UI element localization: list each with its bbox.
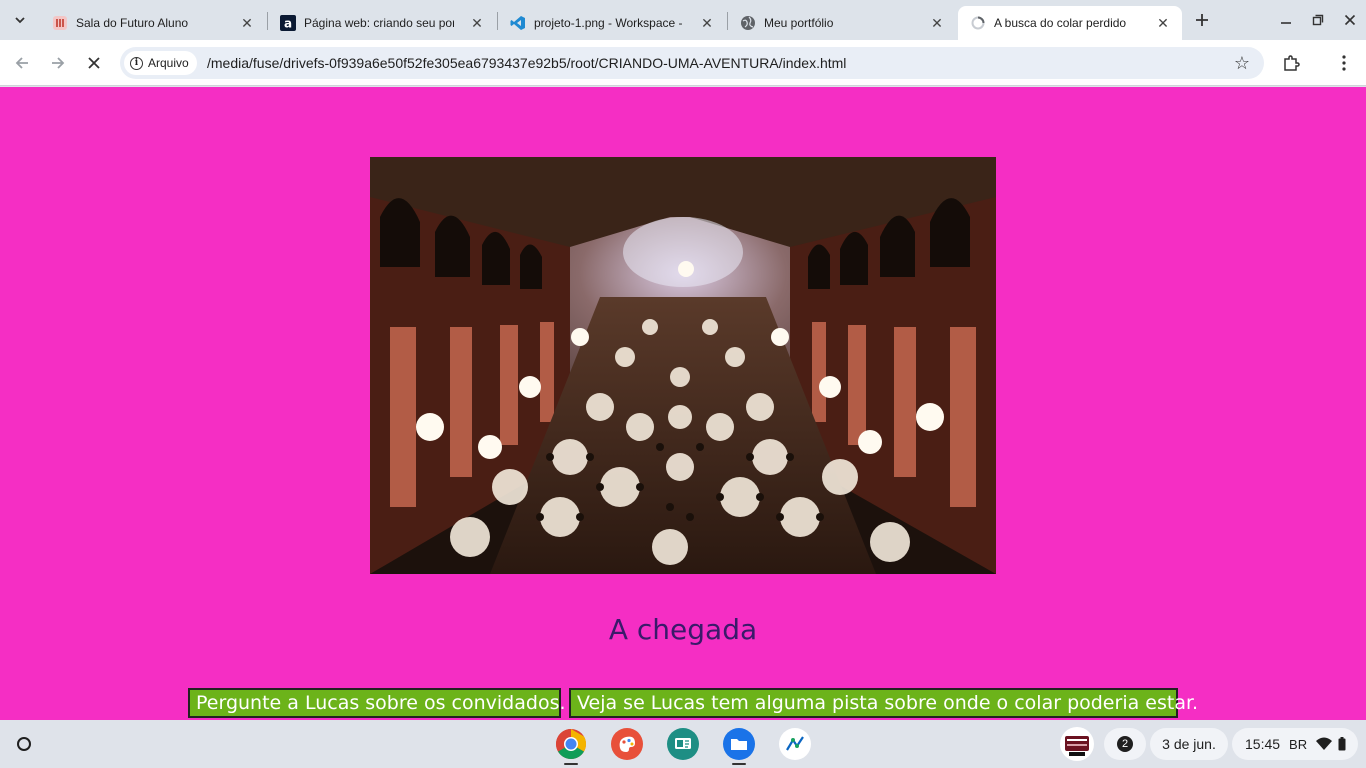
loading-icon <box>970 15 986 31</box>
os-shelf: 2 3 de jun. 15:45 BR <box>0 720 1366 768</box>
new-tab-button[interactable] <box>1190 8 1214 32</box>
forward-button[interactable] <box>44 49 72 77</box>
choice-button-ask-clue[interactable]: Veja se Lucas tem alguma pista sobre ond… <box>569 688 1198 718</box>
menu-button[interactable] <box>1330 49 1358 77</box>
shelf-app-classroom[interactable] <box>667 728 699 760</box>
forward-arrow-icon <box>52 57 65 69</box>
close-icon[interactable]: ✕ <box>1154 14 1172 32</box>
svg-text:a: a <box>284 17 292 31</box>
tab-projeto-workspace[interactable]: projeto-1.png - Workspace - V ✕ <box>498 6 726 40</box>
bookmark-star-icon[interactable]: ☆ <box>1234 53 1250 74</box>
browser-toolbar: i Arquivo /media/fuse/drivefs-0f939a6e50… <box>0 40 1366 86</box>
date-text: 3 de jun. <box>1162 736 1216 752</box>
tab-title: projeto-1.png - Workspace - V <box>534 16 684 30</box>
close-icon[interactable]: ✕ <box>698 14 716 32</box>
tab-pagina-web[interactable]: a Página web: criando seu port ✕ <box>268 6 496 40</box>
battery-icon <box>1338 737 1346 751</box>
back-arrow-icon <box>15 57 28 69</box>
alura-icon: a <box>280 15 296 31</box>
chevron-down-icon <box>15 17 25 24</box>
page-heading: A chegada <box>608 613 758 646</box>
back-button[interactable] <box>8 49 36 77</box>
launcher-button[interactable] <box>8 728 40 760</box>
choice-button-ask-guests[interactable]: Pergunte a Lucas sobre os convidados. <box>188 688 566 718</box>
close-icon <box>88 57 100 69</box>
page-content: A chegada Pergunte a Lucas sobre os conv… <box>0 87 1366 720</box>
more-vert-icon <box>1342 55 1346 71</box>
keyboard-layout-text: BR <box>1289 736 1308 752</box>
address-bar[interactable]: i Arquivo /media/fuse/drivefs-0f939a6e50… <box>120 47 1264 79</box>
time-text: 15:45 <box>1245 736 1281 752</box>
classroom-icon <box>667 728 699 760</box>
plus-icon <box>1196 14 1208 26</box>
restore-icon <box>1312 14 1324 26</box>
tab-strip: Sala do Futuro Aluno ✕ a Página web: cri… <box>0 0 1366 40</box>
tab-search-button[interactable] <box>6 6 34 34</box>
shelf-app-canvas[interactable] <box>611 728 643 760</box>
sala-do-futuro-icon <box>52 15 68 31</box>
system-tray[interactable]: 15:45 BR <box>1232 728 1358 760</box>
puzzle-icon <box>1284 55 1300 71</box>
avatar-icon <box>1065 736 1089 756</box>
stop-loading-button[interactable] <box>80 49 108 77</box>
tab-sala-do-futuro[interactable]: Sala do Futuro Aluno ✕ <box>40 6 266 40</box>
close-icon[interactable]: ✕ <box>238 14 256 32</box>
notification-center[interactable]: 2 <box>1104 728 1146 760</box>
restore-button[interactable] <box>1306 8 1330 32</box>
close-icon <box>1344 14 1356 26</box>
site-info-chip[interactable]: i Arquivo <box>124 51 197 75</box>
files-icon <box>723 728 755 760</box>
notification-count-badge: 2 <box>1117 736 1133 752</box>
tab-a-busca-do-colar[interactable]: A busca do colar perdido ✕ <box>958 6 1182 40</box>
running-indicator <box>732 763 746 765</box>
launcher-icon <box>17 737 31 751</box>
tab-title: Meu portfólio <box>764 16 834 30</box>
event-hall-photo <box>370 157 996 574</box>
wifi-icon <box>1316 737 1333 750</box>
tab-title: Sala do Futuro Aluno <box>76 16 189 30</box>
shelf-app-files[interactable] <box>723 728 755 760</box>
info-icon: i <box>130 56 143 70</box>
extensions-button[interactable] <box>1277 49 1305 77</box>
minimize-icon <box>1281 22 1291 24</box>
close-icon[interactable]: ✕ <box>468 14 486 32</box>
shelf-avatar[interactable] <box>1060 727 1094 761</box>
url-text[interactable]: /media/fuse/drivefs-0f939a6e50f52fe305ea… <box>207 55 846 71</box>
minimize-button[interactable] <box>1274 8 1298 32</box>
close-window-button[interactable] <box>1338 8 1362 32</box>
tab-meu-portfolio[interactable]: Meu portfólio ✕ <box>728 6 956 40</box>
date-tray[interactable]: 3 de jun. <box>1150 728 1228 760</box>
canvas-icon <box>611 728 643 760</box>
shelf-app-chrome[interactable] <box>555 728 587 760</box>
linkedin-learning-icon <box>779 728 811 760</box>
running-indicator <box>564 763 578 765</box>
close-icon[interactable]: ✕ <box>928 14 946 32</box>
tab-title: A busca do colar perdido <box>994 16 1127 30</box>
shelf-app-linkedin-learning[interactable] <box>779 728 811 760</box>
vscode-icon <box>510 15 526 31</box>
site-info-label: Arquivo <box>148 56 189 70</box>
chrome-icon <box>555 729 587 760</box>
globe-icon <box>740 15 756 31</box>
tab-title: Página web: criando seu port <box>304 16 454 30</box>
